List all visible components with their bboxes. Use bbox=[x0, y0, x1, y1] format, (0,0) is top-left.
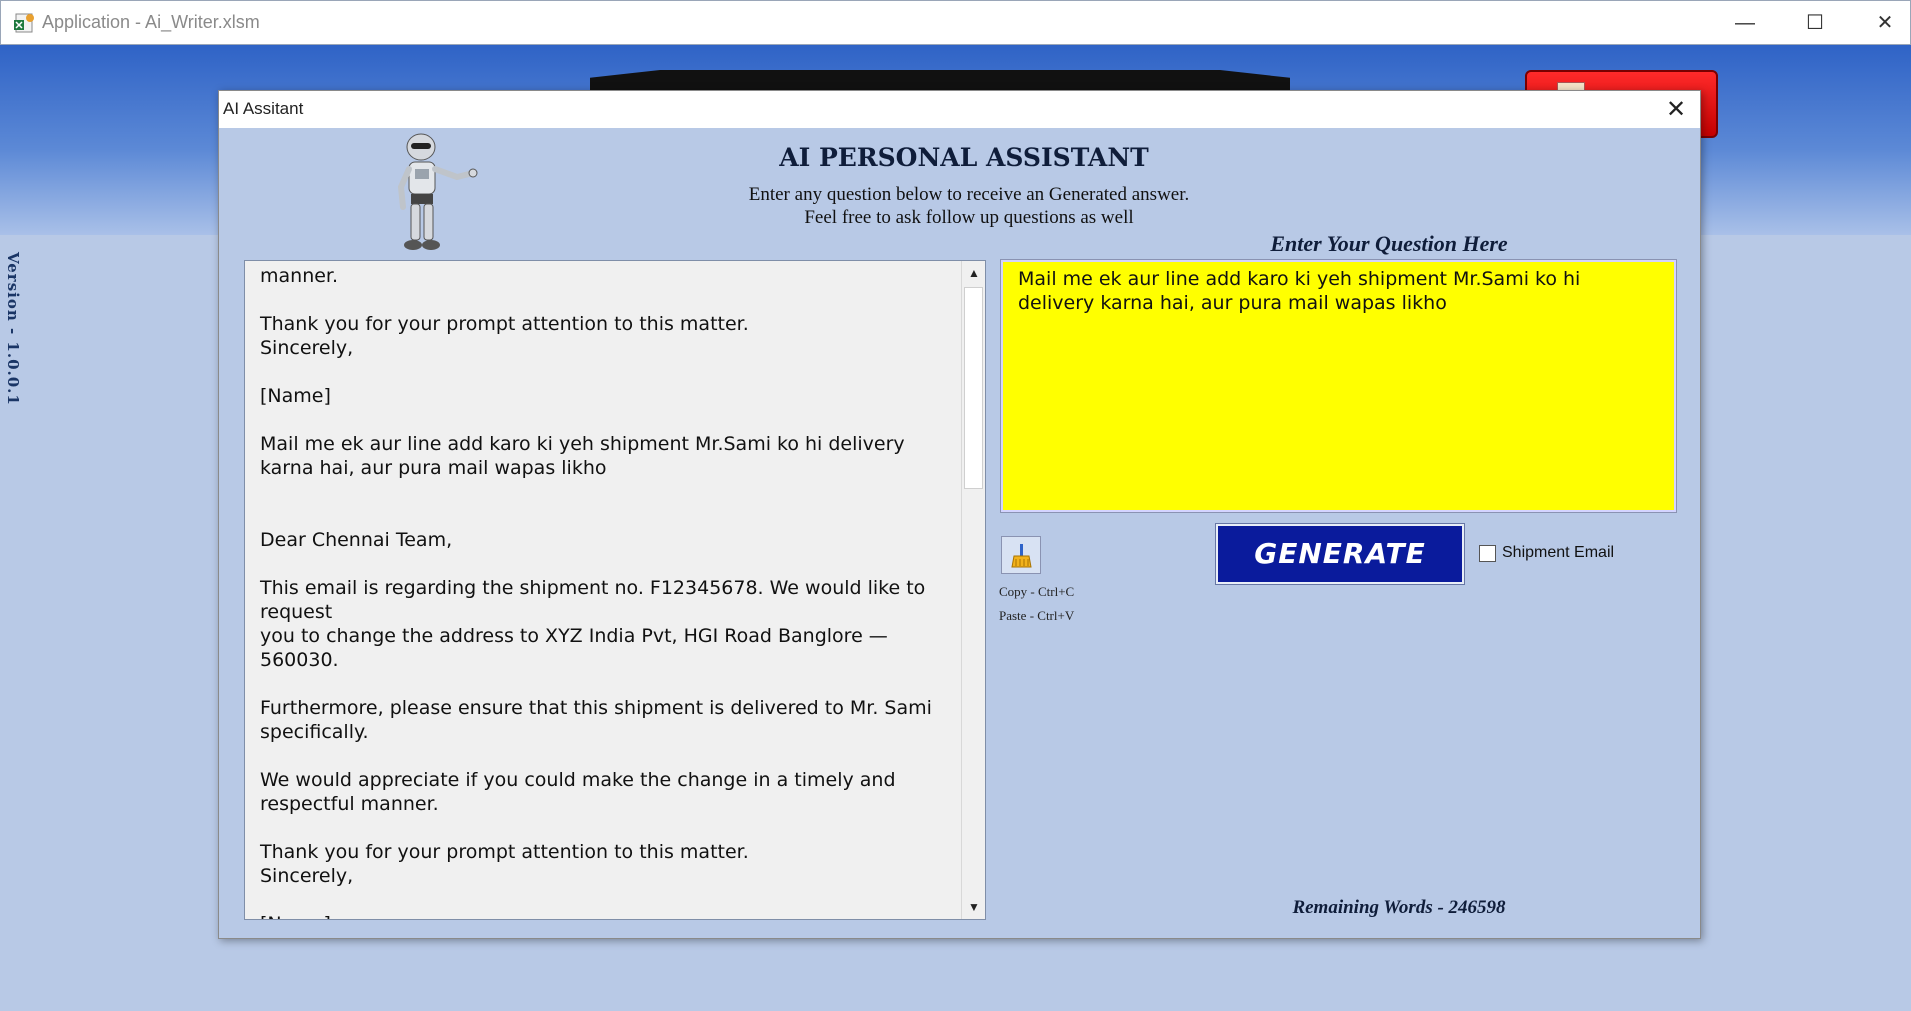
question-label: Enter Your Question Here bbox=[1270, 231, 1508, 256]
subtext-line-1: Enter any question below to receive an G… bbox=[748, 184, 1190, 205]
answer-text: manner. Thank you for your prompt attent… bbox=[260, 265, 932, 919]
remaining-words: Remaining Words - 246598 bbox=[1292, 897, 1506, 918]
clear-button[interactable] bbox=[1001, 536, 1041, 574]
shipment-email-checkbox[interactable] bbox=[1479, 545, 1496, 562]
version-label: Version - 1.0.0.1 bbox=[4, 252, 22, 406]
excel-file-icon bbox=[14, 13, 34, 33]
scroll-thumb[interactable] bbox=[964, 287, 983, 489]
question-text: Mail me ek aur line add karo ki yeh ship… bbox=[1018, 268, 1581, 314]
dialog-close-button[interactable]: ✕ bbox=[1653, 91, 1699, 128]
generate-button[interactable]: GENERATE bbox=[1215, 523, 1465, 585]
copy-shortcut-hint: Copy - Ctrl+C bbox=[999, 584, 1075, 599]
ai-assistant-dialog: AI Assitant ✕ AI PERSONAL ASSISTANT Ente… bbox=[218, 90, 1701, 939]
subtext-line-2: Feel free to ask follow up questions as … bbox=[804, 207, 1134, 228]
maximize-button[interactable]: ☐ bbox=[1787, 1, 1843, 46]
paste-shortcut-hint: Paste - Ctrl+V bbox=[999, 608, 1075, 623]
app-titlebar: Application - Ai_Writer.xlsm — ☐ ✕ bbox=[0, 0, 1911, 45]
dialog-titlebar: AI Assitant ✕ bbox=[219, 91, 1700, 128]
dialog-heading: AI PERSONAL ASSISTANT bbox=[779, 143, 1149, 172]
broom-icon bbox=[1011, 544, 1032, 568]
answer-scrollbar[interactable]: ▲ ▼ bbox=[961, 261, 985, 919]
dialog-subtext: Enter any question below to receive an G… bbox=[669, 183, 1269, 229]
answer-textbox[interactable]: manner. Thank you for your prompt attent… bbox=[244, 260, 986, 920]
shipment-email-label[interactable]: Shipment Email bbox=[1502, 544, 1614, 562]
scroll-down-arrow-icon[interactable]: ▼ bbox=[962, 895, 985, 919]
question-input[interactable]: Mail me ek aur line add karo ki yeh ship… bbox=[1000, 259, 1677, 513]
robot-illustration bbox=[397, 133, 478, 250]
window-close-button[interactable]: ✕ bbox=[1857, 1, 1911, 46]
scroll-up-arrow-icon[interactable]: ▲ bbox=[962, 261, 985, 285]
app-window-title: Application - Ai_Writer.xlsm bbox=[42, 12, 260, 32]
minimize-button[interactable]: — bbox=[1717, 1, 1773, 46]
dialog-title: AI Assitant bbox=[223, 99, 304, 118]
